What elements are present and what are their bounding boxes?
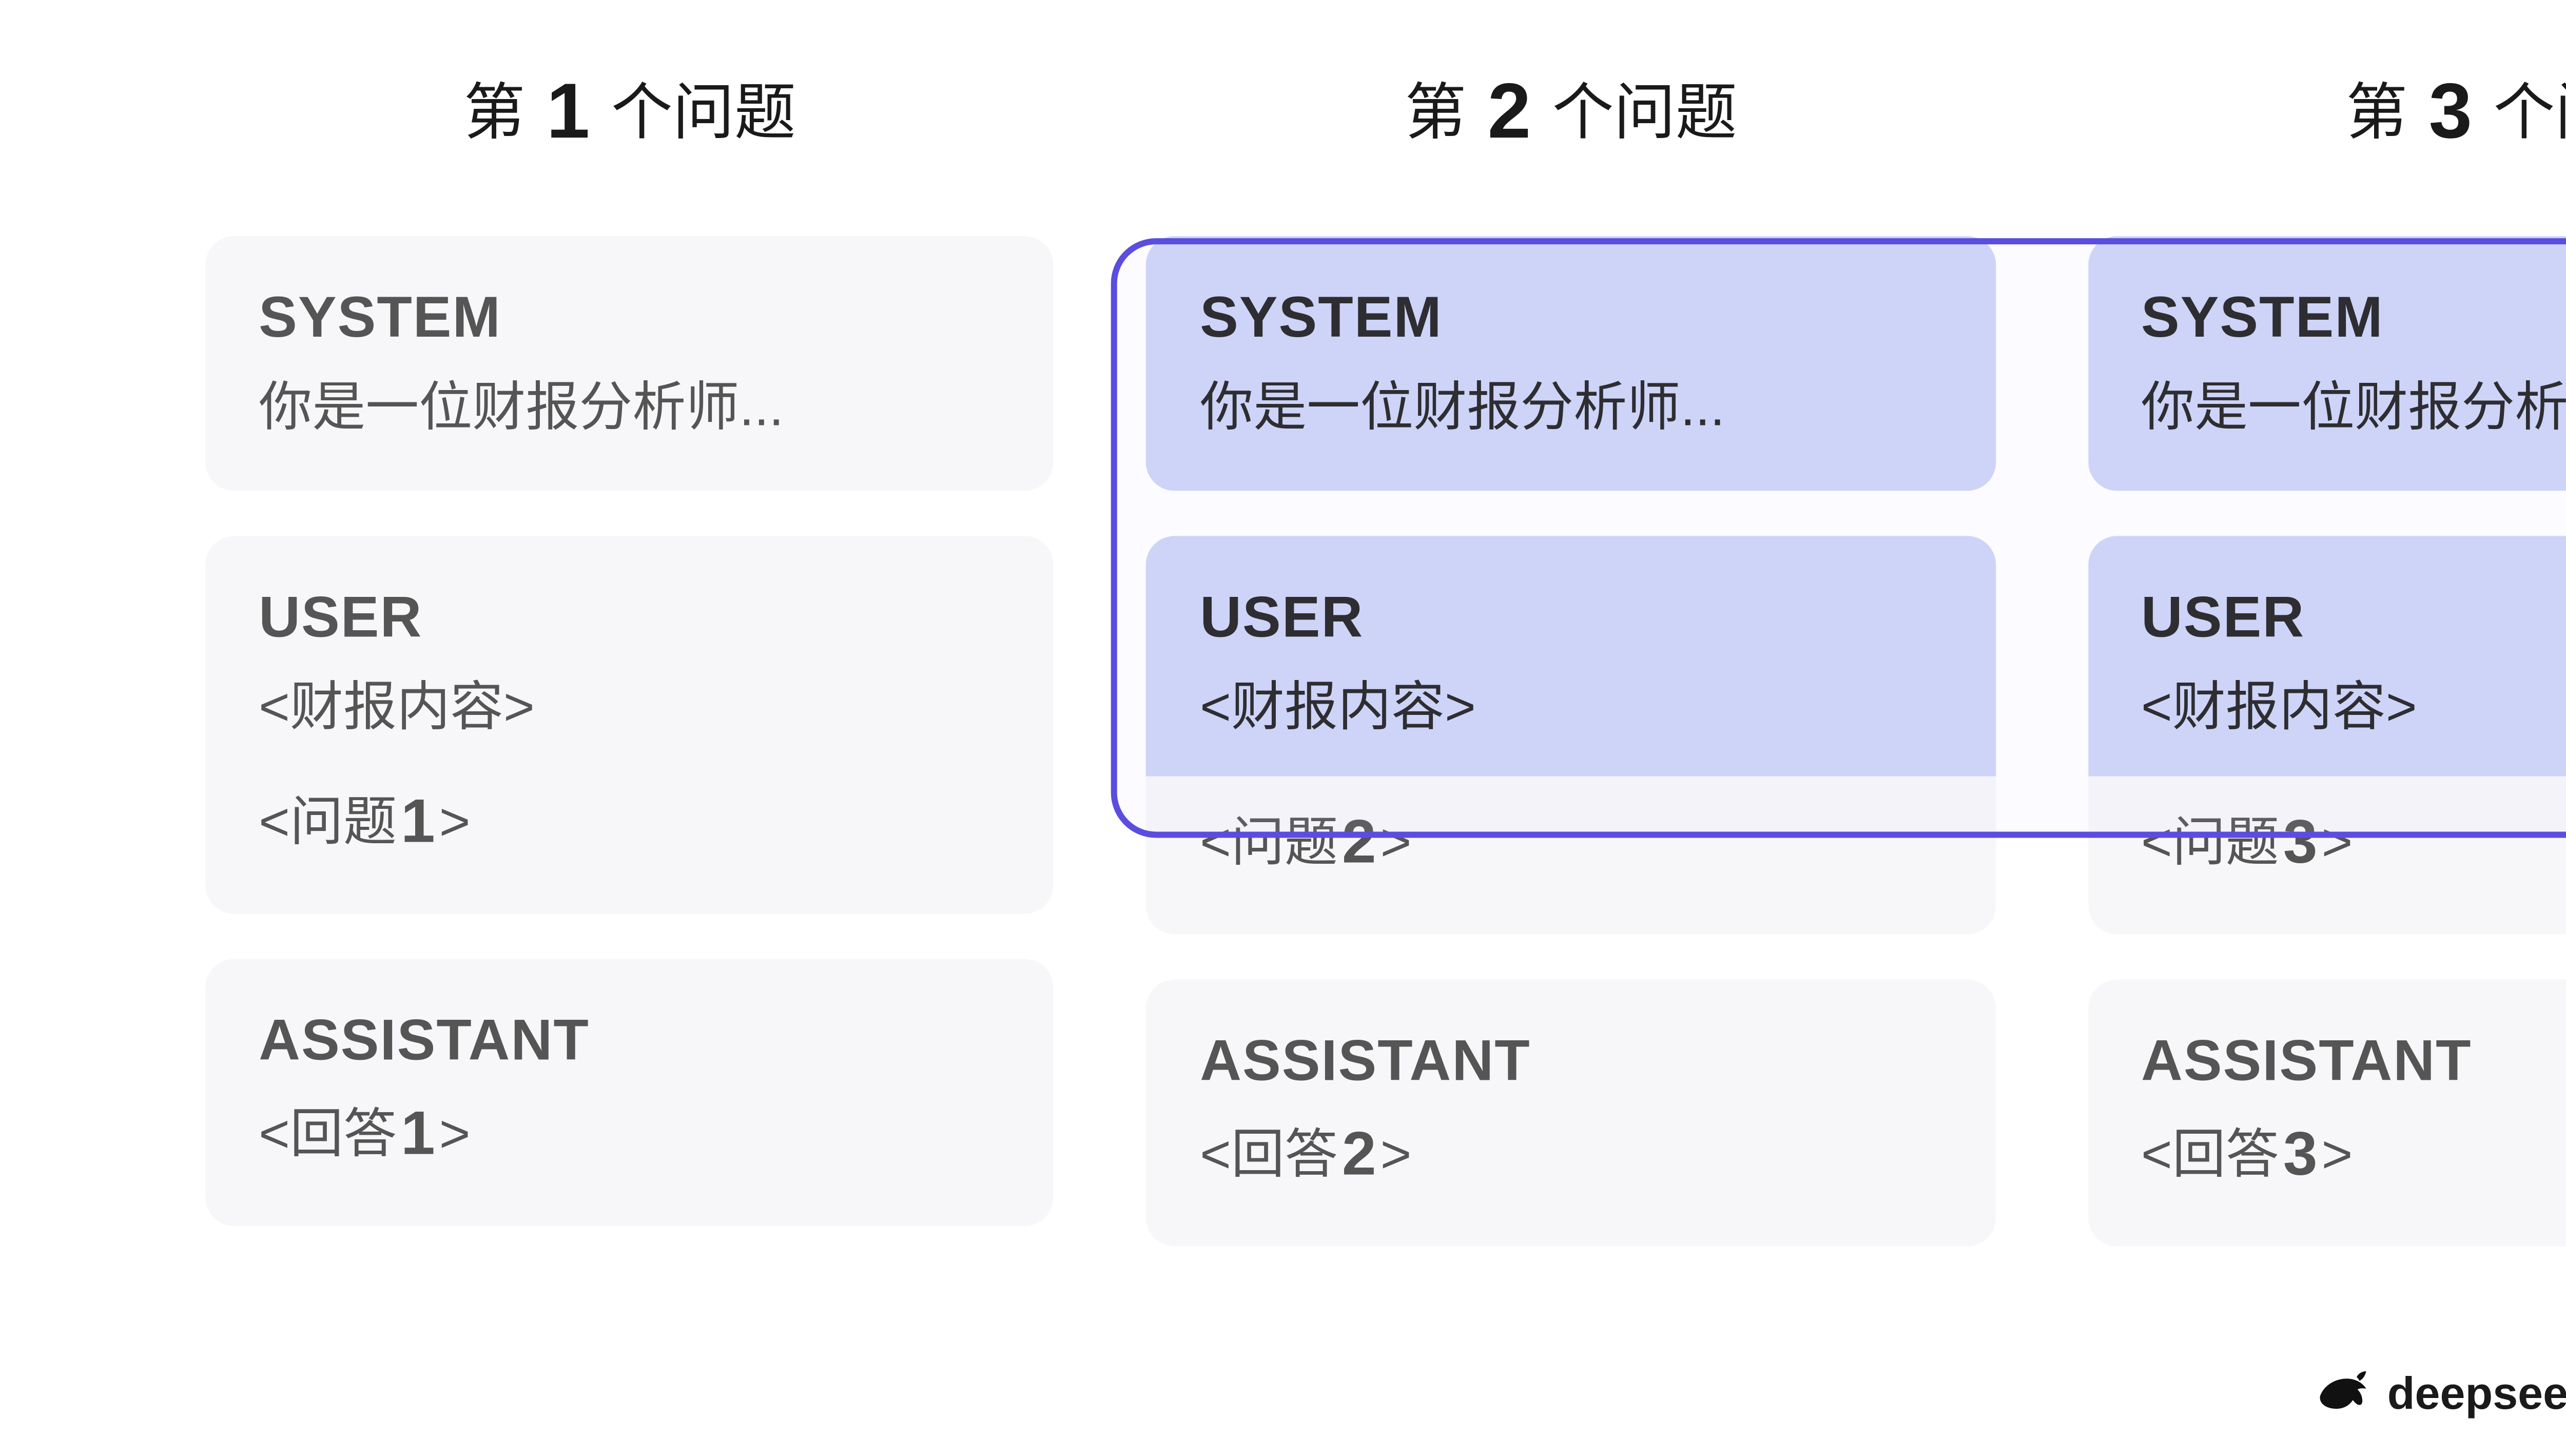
role-assistant: ASSISTANT [259,996,1001,1085]
role-assistant: ASSISTANT [2141,1016,2566,1105]
assistant-answer: <回答1> [259,1089,1001,1185]
role-user: USER [2141,572,2566,662]
user-content: <财报内容> [259,666,1001,748]
footer: deepseek / 上下文硬盘缓存 [2314,1362,2566,1427]
whale-icon [2314,1364,2375,1425]
column-3: 第 3 个问题 SYSTEM 你是一位财报分析师... USER <财报内容> [2088,62,2566,1246]
brand-name: deepseek [2387,1368,2566,1421]
user-card-2: USER <财报内容> <问题2> [1146,535,1995,934]
user-card-1: USER <财报内容> <问题1> [205,535,1054,914]
role-system: SYSTEM [1200,273,1942,362]
assistant-card-3: ASSISTANT <回答3> [2088,979,2566,1246]
role-system: SYSTEM [259,273,1001,362]
user-content-cached: <财报内容> [1200,666,1942,748]
assistant-answer: <回答2> [1200,1110,1942,1205]
diagram-grid: 第 1 个问题 SYSTEM 你是一位财报分析师... USER <财报内容> … [205,62,2566,1246]
column-header-3: 第 3 个问题 [2088,62,2566,158]
assistant-card-1: ASSISTANT <回答1> [205,959,1054,1226]
role-system: SYSTEM [2141,273,2566,362]
user-question: <问题1> [259,777,1001,872]
system-text: 你是一位财报分析师... [2141,366,2566,449]
user-card-3: USER <财报内容> <问题3> [2088,535,2566,934]
column-1: 第 1 个问题 SYSTEM 你是一位财报分析师... USER <财报内容> … [205,62,1054,1246]
role-user: USER [259,572,1001,662]
system-text: 你是一位财报分析师... [259,366,1001,449]
assistant-answer: <回答3> [2141,1110,2566,1205]
user-content-cached: <财报内容> [2141,666,2566,748]
user-question: <问题3> [2141,798,2566,893]
role-user: USER [1200,572,1942,662]
system-card-1: SYSTEM 你是一位财报分析师... [205,236,1054,490]
brand-logo: deepseek [2314,1364,2566,1425]
column-header-2: 第 2 个问题 [1146,62,1995,158]
column-header-1: 第 1 个问题 [205,62,1054,158]
column-2: 第 2 个问题 SYSTEM 你是一位财报分析师... USER <财报内容> [1146,62,1995,1246]
system-card-3-cached: SYSTEM 你是一位财报分析师... [2088,236,2566,490]
role-assistant: ASSISTANT [1200,1016,1942,1105]
system-card-2-cached: SYSTEM 你是一位财报分析师... [1146,236,1995,490]
user-question: <问题2> [1200,798,1942,893]
assistant-card-2: ASSISTANT <回答2> [1146,979,1995,1246]
system-text: 你是一位财报分析师... [1200,366,1942,449]
